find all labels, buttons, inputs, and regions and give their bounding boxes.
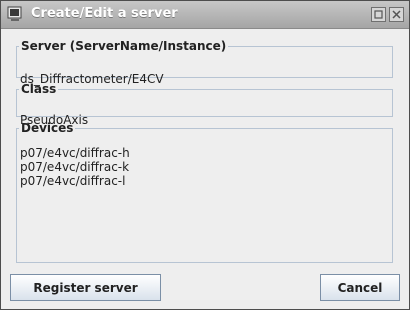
devices-list[interactable]: p07/e4vc/diffrac-h p07/e4vc/diffrac-k p0… — [20, 146, 130, 188]
title-bar[interactable]: Create/Edit a server — [1, 1, 409, 29]
devices-label: Devices — [21, 121, 74, 135]
device-item[interactable]: p07/e4vc/diffrac-l — [20, 174, 130, 188]
window-title: Create/Edit a server — [31, 6, 178, 21]
server-label: Server (ServerName/Instance) — [21, 39, 227, 53]
class-label: Class — [21, 82, 57, 96]
device-item[interactable]: p07/e4vc/diffrac-k — [20, 160, 130, 174]
minimize-icon — [374, 10, 383, 19]
class-field-group: Class PseudoAxis — [16, 82, 393, 127]
server-field-group: Server (ServerName/Instance) ds_Diffract… — [16, 39, 393, 86]
device-item[interactable]: p07/e4vc/diffrac-h — [20, 146, 130, 160]
minimize-button[interactable] — [371, 7, 386, 22]
terminal-app-icon[interactable] — [7, 6, 23, 22]
create-edit-server-dialog: Create/Edit a server Server (ServerName/… — [0, 0, 410, 310]
close-icon — [392, 10, 401, 19]
close-button[interactable] — [389, 7, 404, 22]
cancel-button[interactable]: Cancel — [320, 274, 400, 301]
devices-field-group: Devices p07/e4vc/diffrac-h p07/e4vc/diff… — [16, 121, 393, 263]
register-server-button[interactable]: Register server — [10, 274, 161, 301]
